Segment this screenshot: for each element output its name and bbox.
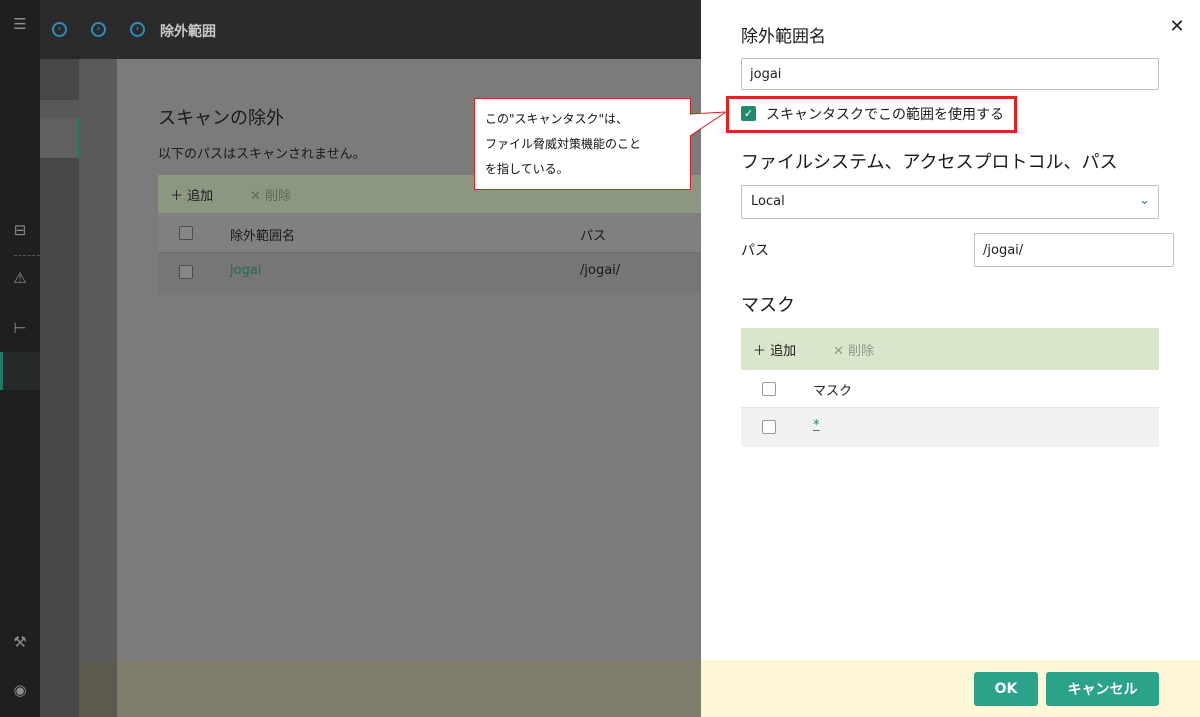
secondary-nav-selected[interactable] [40,118,79,158]
exclusions-description: 以下のパスはスキャンされません。 [158,147,366,162]
tertiary-nav-footer [79,660,117,717]
x-icon: ✕ [833,344,844,359]
x-icon: ✕ [250,189,261,204]
tree-icon[interactable]: ⊢ [10,318,30,338]
callout-line: この"スキャンタスク"は、 [485,112,629,126]
row-checkbox[interactable] [179,265,193,279]
add-exclusion-button[interactable]: ＋ 追加 [170,185,213,204]
main-footer-bar [117,660,701,717]
filesystem-heading: ファイルシステム、アクセスプロトコル、パス [741,152,1118,173]
delete-mask-button[interactable]: ✕ 削除 [833,340,874,359]
cancel-button[interactable]: キャンセル [1046,672,1159,706]
server-icon[interactable]: ⊟ [10,220,30,240]
page-title: 除外範囲 [160,24,216,40]
exclusion-name-input[interactable] [741,58,1159,90]
callout-pointer [690,111,726,137]
close-icon[interactable]: ✕ [1167,17,1187,37]
callout-line: を指している。 [485,162,569,176]
rail-divider [14,255,40,256]
left-nav-rail: ☰ ⊟ ⚠ ⊢ ⚒ ◉ [0,0,40,717]
delete-exclusion-button[interactable]: ✕ 削除 [250,185,291,204]
select-all-mask-checkbox[interactable] [762,382,776,396]
mask-table-header: マスク [741,370,1159,408]
delete-label: 削除 [848,344,875,359]
exclusion-path: /jogai/ [580,263,621,278]
user-icon[interactable]: ◉ [10,680,30,700]
delete-label: 削除 [265,189,292,204]
breadcrumb-chevron-icon[interactable]: › [52,22,67,37]
column-header-path: パス [580,229,607,244]
secondary-nav-column [40,0,79,717]
mask-value-link[interactable]: * [813,418,820,433]
plus-icon: ＋ [170,189,184,204]
breadcrumb-chevron-icon[interactable]: › [130,22,145,37]
table-row[interactable]: jogai /jogai/ [158,253,701,293]
mask-row-checkbox[interactable] [762,420,776,434]
warning-icon[interactable]: ⚠ [10,268,30,288]
filesystem-selected-value: Local [751,194,785,209]
panel-footer: OK キャンセル [701,660,1200,717]
mask-heading: マスク [741,295,795,316]
select-all-checkbox[interactable] [179,226,193,240]
add-mask-button[interactable]: ＋ 追加 [753,340,796,359]
highlight-box [726,96,1017,133]
plus-icon: ＋ [753,344,767,359]
hamburger-menu-icon[interactable]: ☰ [10,14,30,34]
breadcrumb-chevron-icon[interactable]: › [91,22,106,37]
add-label: 追加 [770,344,797,359]
exclusion-name-link[interactable]: jogai [230,263,261,278]
path-label: パス [741,243,769,259]
exclusions-table-header: 除外範囲名 パス [158,213,701,253]
rail-selected-item[interactable] [0,352,40,390]
mask-toolbar: ＋ 追加 ✕ 削除 [741,328,1159,370]
column-header-name: 除外範囲名 [230,229,296,244]
mask-column-header: マスク [813,384,853,399]
ok-button[interactable]: OK [974,672,1038,706]
chevron-down-icon: ⌄ [1139,193,1150,208]
secondary-nav-band [40,100,79,118]
tertiary-nav-column [79,0,117,717]
add-label: 追加 [187,189,214,204]
exclusions-title: スキャンの除外 [158,108,284,129]
wrench-icon[interactable]: ⚒ [10,632,30,652]
annotation-callout: この"スキャンタスク"は、 ファイル脅威対策機能のこと を指している。 [474,98,691,190]
exclusion-name-label: 除外範囲名 [741,27,826,47]
filesystem-select[interactable]: Local ⌄ [741,185,1159,219]
table-row[interactable]: * [741,408,1159,447]
callout-line: ファイル脅威対策機能のこと [485,137,642,151]
path-input[interactable] [974,233,1174,267]
